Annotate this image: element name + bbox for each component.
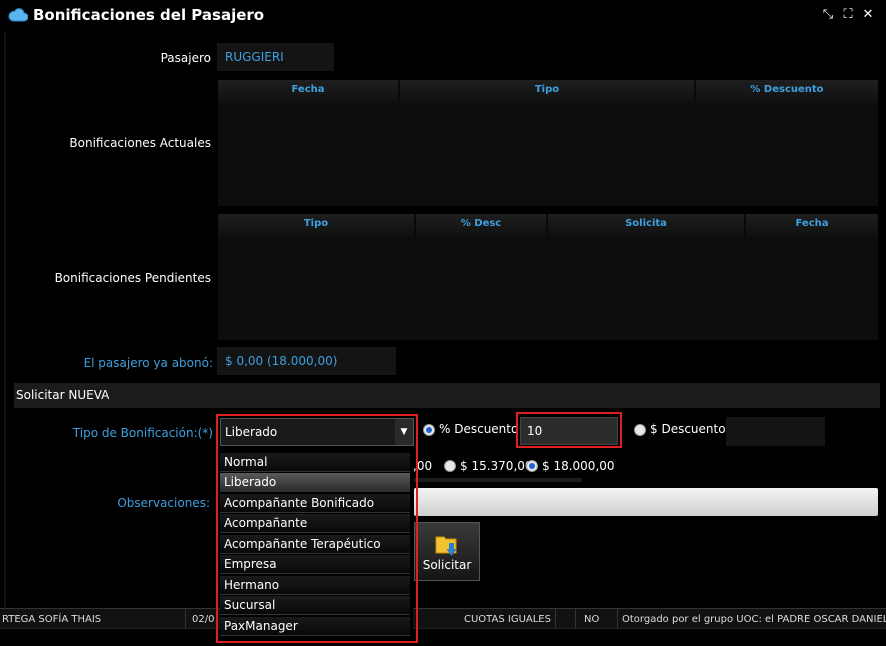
pending-col-desc[interactable]: % Desc bbox=[416, 214, 548, 236]
left-border bbox=[4, 32, 6, 607]
current-bonus-label: Bonificaciones Actuales bbox=[69, 136, 211, 150]
passenger-value: RUGGIERI DANIEL bbox=[217, 43, 334, 92]
bg-cell-flag: NO bbox=[576, 609, 618, 629]
window-title: Bonificaciones del Pasajero bbox=[33, 6, 265, 24]
bg-cell-date: 02/0 bbox=[186, 609, 218, 629]
paid-label: El pasajero ya abonó: bbox=[83, 356, 213, 370]
folder-download-icon bbox=[435, 536, 457, 556]
pending-bonus-grid: Tipo % Desc Solicita Fecha bbox=[218, 214, 878, 340]
observations-label: Observaciones: bbox=[117, 496, 210, 510]
bonus-type-label: Tipo de Bonificación:(*) bbox=[72, 426, 213, 440]
passenger-label: Pasajero bbox=[160, 51, 211, 65]
pending-col-tipo[interactable]: Tipo bbox=[218, 214, 416, 236]
bg-cell-empty bbox=[556, 609, 576, 629]
dropdown-highlight bbox=[216, 414, 418, 643]
horizontal-scrollbar[interactable] bbox=[0, 628, 886, 646]
new-request-section: Solicitar NUEVA bbox=[14, 383, 880, 408]
percent-discount-label: % Descuento bbox=[439, 422, 519, 436]
submit-button[interactable]: Solicitar bbox=[414, 522, 480, 581]
amount-option-2-radio[interactable] bbox=[444, 460, 456, 472]
percent-discount-radio[interactable] bbox=[423, 424, 435, 436]
amount-discount-radio[interactable] bbox=[634, 424, 646, 436]
close-icon[interactable]: ✕ bbox=[860, 7, 876, 23]
bg-cell-note: Otorgado por el grupo UOC: el PADRE OSCA… bbox=[622, 614, 886, 625]
pending-bonus-label: Bonificaciones Pendientes bbox=[54, 271, 211, 285]
percent-input-highlight bbox=[516, 412, 622, 448]
paid-value: $ 0,00 (18.000,00) bbox=[217, 347, 396, 375]
current-bonus-grid: Fecha Tipo % Descuento bbox=[218, 80, 878, 206]
current-col-fecha[interactable]: Fecha bbox=[218, 80, 400, 102]
amount-discount-input[interactable] bbox=[726, 417, 825, 446]
current-col-descuento[interactable]: % Descuento bbox=[696, 80, 878, 102]
current-col-tipo[interactable]: Tipo bbox=[400, 80, 696, 102]
maximize-icon[interactable]: ⛶ bbox=[840, 7, 856, 23]
bg-cell-name: RTEGA SOFÍA THAIS bbox=[0, 609, 186, 629]
amount-options-divider bbox=[414, 478, 582, 482]
amount-discount-label: $ Descuento bbox=[650, 422, 726, 436]
amount-option-3-label: $ 18.000,00 bbox=[542, 459, 615, 473]
observations-input[interactable] bbox=[414, 488, 878, 516]
amount-option-3-radio[interactable] bbox=[526, 460, 538, 472]
collapse-icon[interactable]: ⤡ bbox=[820, 7, 836, 23]
background-table-row: RTEGA SOFÍA THAIS 02/0 CUOTAS IGUALES NO… bbox=[0, 608, 886, 629]
amount-option-2-label: $ 15.370,00 bbox=[460, 459, 533, 473]
submit-button-label: Solicitar bbox=[422, 558, 472, 572]
pending-col-fecha[interactable]: Fecha bbox=[746, 214, 878, 236]
cloud-icon bbox=[8, 8, 28, 22]
pending-col-solicita[interactable]: Solicita bbox=[548, 214, 746, 236]
bg-cell-payment: CUOTAS IGUALES bbox=[456, 609, 556, 629]
